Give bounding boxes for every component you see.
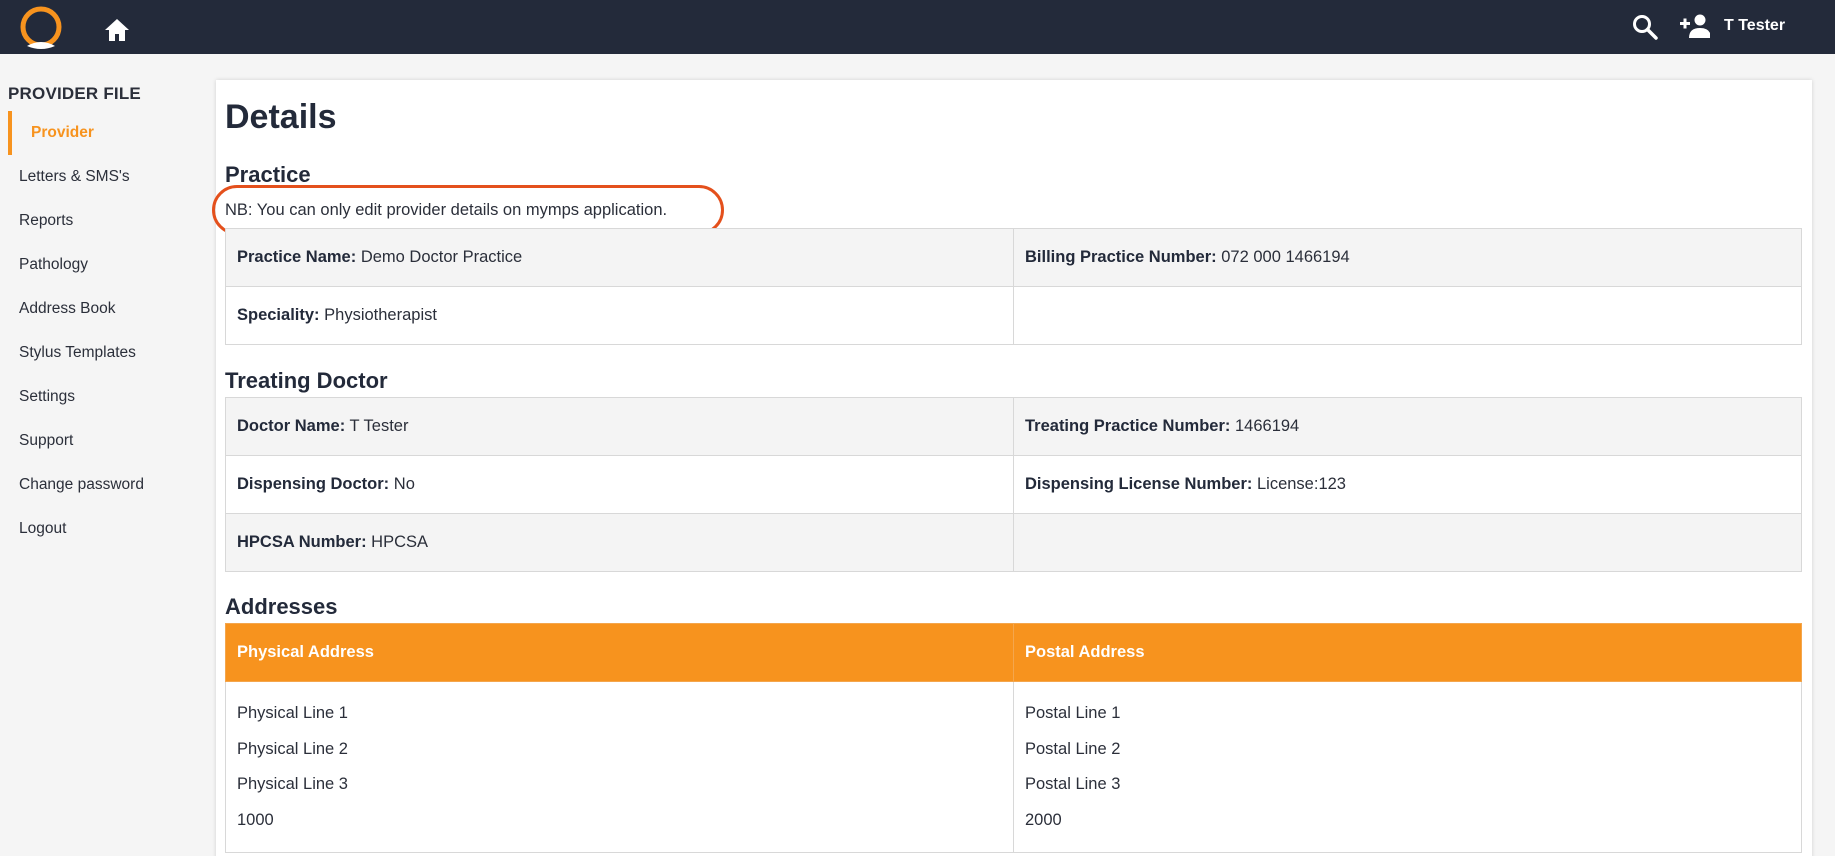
- sidebar-title: PROVIDER FILE: [8, 84, 141, 103]
- sidebar-item-provider[interactable]: Provider: [8, 111, 210, 155]
- addresses-heading: Addresses: [225, 594, 338, 619]
- treating-number-value: 1466194: [1235, 417, 1300, 435]
- table-row: Physical Line 1 Physical Line 2 Physical…: [225, 681, 1802, 853]
- postal-line-2: Postal Line 2: [1025, 739, 1121, 758]
- hpcsa-cell: HPCSA Number: HPCSA: [225, 513, 1014, 572]
- postal-postal-code: 2000: [1025, 810, 1062, 829]
- speciality-label: Speciality:: [237, 306, 320, 324]
- treating-number-label: Treating Practice Number:: [1025, 417, 1231, 435]
- empty-cell: [1013, 513, 1802, 572]
- empty-cell: [1013, 286, 1802, 345]
- physical-postal-code: 1000: [237, 810, 274, 829]
- page-title: Details: [225, 98, 337, 136]
- postal-line-3: Postal Line 3: [1025, 775, 1121, 793]
- user-name[interactable]: T Tester: [1724, 17, 1785, 35]
- table-header-row: Physical Address Postal Address: [225, 623, 1802, 682]
- physical-line-3: Physical Line 3: [237, 775, 348, 793]
- sidebar-item-stylus-templates[interactable]: Stylus Templates: [0, 331, 210, 375]
- treating-doctor-heading: Treating Doctor: [225, 368, 388, 393]
- practice-heading: Practice: [225, 162, 311, 187]
- physical-line-2: Physical Line 2: [237, 739, 348, 758]
- practice-name-label: Practice Name:: [237, 248, 357, 266]
- practice-table: Practice Name: Demo Doctor Practice Bill…: [225, 228, 1802, 345]
- postal-address-header: Postal Address: [1013, 623, 1802, 682]
- physical-address-cell: Physical Line 1 Physical Line 2 Physical…: [225, 681, 1014, 853]
- sidebar-nav: Provider Letters & SMS's Reports Patholo…: [0, 111, 210, 551]
- sidebar-item-letters-sms[interactable]: Letters & SMS's: [0, 155, 210, 199]
- speciality-cell: Speciality: Physiotherapist: [225, 286, 1014, 345]
- license-value: License:123: [1256, 475, 1346, 493]
- search-icon[interactable]: [1632, 14, 1658, 40]
- sidebar-item-address-book[interactable]: Address Book: [0, 287, 210, 331]
- sidebar-item-settings[interactable]: Settings: [0, 375, 210, 419]
- practice-name-cell: Practice Name: Demo Doctor Practice: [225, 228, 1014, 287]
- addresses-table: Physical Address Postal Address Physical…: [225, 623, 1802, 853]
- sidebar-item-reports[interactable]: Reports: [0, 199, 210, 243]
- billing-number-cell: Billing Practice Number: 072 000 1466194: [1013, 228, 1802, 287]
- sidebar-item-logout[interactable]: Logout: [0, 507, 210, 551]
- billing-number-label: Billing Practice Number:: [1025, 248, 1217, 266]
- table-row: HPCSA Number: HPCSA: [225, 513, 1802, 572]
- billing-number-value: 072 000 1466194: [1221, 248, 1350, 266]
- hpcsa-label: HPCSA Number:: [237, 533, 367, 551]
- treating-number-cell: Treating Practice Number: 1466194: [1013, 397, 1802, 456]
- edit-note: NB: You can only edit provider details o…: [225, 201, 668, 219]
- hpcsa-value: HPCSA: [371, 533, 429, 551]
- postal-address-cell: Postal Line 1 Postal Line 2 Postal Line …: [1013, 681, 1802, 853]
- doctor-name-value: T Tester: [349, 417, 409, 435]
- speciality-value: Physiotherapist: [324, 306, 437, 324]
- license-label: Dispensing License Number:: [1025, 475, 1253, 493]
- dispensing-value: No: [393, 475, 415, 493]
- logo-icon[interactable]: [17, 6, 65, 52]
- home-icon[interactable]: [104, 18, 130, 42]
- physical-address-header: Physical Address: [225, 623, 1014, 682]
- sidebar-item-change-password[interactable]: Change password: [0, 463, 210, 507]
- dispensing-label: Dispensing Doctor:: [237, 475, 390, 493]
- doctor-name-cell: Doctor Name: T Tester: [225, 397, 1014, 456]
- practice-name-value: Demo Doctor Practice: [360, 248, 523, 266]
- details-card: Details Practice NB: You can only edit p…: [212, 80, 1812, 856]
- doctor-name-label: Doctor Name:: [237, 417, 346, 435]
- sidebar: PROVIDER FILE Provider Letters & SMS's R…: [0, 54, 210, 856]
- dispensing-cell: Dispensing Doctor: No: [225, 455, 1014, 514]
- table-row: Dispensing Doctor: No Dispensing License…: [225, 455, 1802, 514]
- table-row: Speciality: Physiotherapist: [225, 286, 1802, 345]
- top-navigation-bar: T Tester: [0, 0, 1835, 54]
- sidebar-item-pathology[interactable]: Pathology: [0, 243, 210, 287]
- postal-line-1: Postal Line 1: [1025, 704, 1121, 722]
- sidebar-item-support[interactable]: Support: [0, 419, 210, 463]
- table-row: Doctor Name: T Tester Treating Practice …: [225, 397, 1802, 456]
- treating-doctor-table: Doctor Name: T Tester Treating Practice …: [225, 397, 1802, 572]
- add-user-icon[interactable]: [1680, 13, 1710, 39]
- license-cell: Dispensing License Number: License:123: [1013, 455, 1802, 514]
- physical-line-1: Physical Line 1: [237, 704, 348, 722]
- table-row: Practice Name: Demo Doctor Practice Bill…: [225, 228, 1802, 287]
